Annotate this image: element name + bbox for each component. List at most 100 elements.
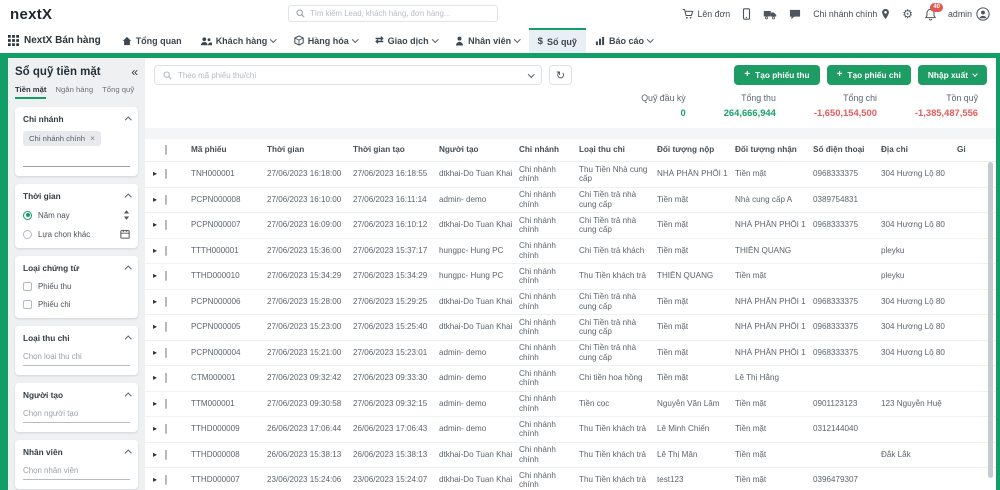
table-row[interactable]: ▸ PCPN000007 27/06/2023 16:09:00 27/06/2…: [145, 213, 996, 239]
tab-tien-mat[interactable]: Tiền mặt: [15, 85, 46, 99]
table-row[interactable]: ▸ TTTH000001 27/06/2023 15:36:00 27/06/2…: [145, 239, 996, 265]
table-row[interactable]: ▸ TTHD000010 27/06/2023 15:34:29 27/06/2…: [145, 264, 996, 290]
collapse-sidebar-icon[interactable]: «: [131, 66, 138, 78]
create-payment-button[interactable]: + Tạo phiếu chi: [827, 65, 911, 85]
creator-input[interactable]: [23, 409, 130, 423]
mobile-icon[interactable]: [742, 8, 751, 20]
expand-row-icon[interactable]: ▸: [153, 348, 157, 357]
sort-icon[interactable]: [123, 210, 130, 220]
row-checkbox[interactable]: [165, 246, 167, 256]
table-row[interactable]: ▸ TNH000001 27/06/2023 16:18:00 27/06/20…: [145, 162, 996, 188]
chevron-up-icon[interactable]: [125, 194, 131, 200]
row-checkbox[interactable]: [165, 373, 167, 383]
nav-giao-dich[interactable]: ⇄ Giao dịch: [366, 28, 446, 53]
staff-input[interactable]: [23, 466, 130, 480]
chevron-up-icon[interactable]: [125, 117, 131, 123]
radio-unselected[interactable]: [23, 230, 32, 239]
table-row[interactable]: ▸ TTHD000007 23/06/2023 15:24:06 23/06/2…: [145, 468, 996, 490]
table-row[interactable]: ▸ PCPN000006 27/06/2023 15:28:00 27/06/2…: [145, 290, 996, 316]
cell-code: TTHD000008: [191, 450, 267, 460]
table-row[interactable]: ▸ TTHD000008 26/06/2023 15:38:13 26/06/2…: [145, 443, 996, 469]
expand-row-icon[interactable]: ▸: [153, 424, 157, 433]
table-row[interactable]: ▸ PCPN000004 27/06/2023 15:21:00 27/06/2…: [145, 341, 996, 367]
row-checkbox[interactable]: [165, 424, 167, 434]
expand-row-icon[interactable]: ▸: [153, 373, 157, 382]
category-input[interactable]: [23, 352, 130, 366]
close-icon[interactable]: ×: [90, 134, 95, 143]
app-switcher[interactable]: NextX Bán hàng: [8, 28, 101, 53]
expand-row-icon[interactable]: ▸: [153, 322, 157, 331]
expand-row-icon[interactable]: ▸: [153, 271, 157, 280]
import-export-button[interactable]: Nhập xuất: [918, 65, 987, 85]
nav-bao-cao[interactable]: Báo cáo: [586, 28, 662, 53]
expand-row-icon[interactable]: ▸: [153, 195, 157, 204]
table-row[interactable]: ▸ CTM000001 27/06/2023 09:32:42 27/06/20…: [145, 366, 996, 392]
cell-branch: Chi nhánh chính: [519, 216, 579, 235]
truck-icon[interactable]: [763, 9, 777, 20]
row-checkbox[interactable]: [165, 322, 167, 332]
nav-so-quy[interactable]: $ Số quỹ: [529, 28, 586, 53]
row-checkbox[interactable]: [165, 297, 167, 307]
create-receipt-button[interactable]: + Tạo phiếu thu: [734, 65, 819, 85]
global-search-input[interactable]: [310, 9, 490, 18]
vertical-scrollbar[interactable]: [988, 162, 993, 478]
table-row[interactable]: ▸ PCPN000008 27/06/2023 16:10:00 27/06/2…: [145, 188, 996, 214]
cell-time: 27/06/2023 15:21:00: [267, 348, 353, 358]
table-row[interactable]: ▸ TTM000001 27/06/2023 09:30:58 27/06/20…: [145, 392, 996, 418]
time-option-this-year[interactable]: Năm nay: [23, 210, 130, 220]
expand-row-icon[interactable]: ▸: [153, 297, 157, 306]
radio-selected[interactable]: [23, 211, 32, 220]
settings-gear-icon[interactable]: ⚙: [902, 8, 913, 20]
branch-chip[interactable]: Chi nhánh chính ×: [23, 131, 101, 146]
row-checkbox[interactable]: [165, 271, 167, 281]
create-order-button[interactable]: Lên đơn: [682, 8, 731, 20]
branch-input[interactable]: [23, 154, 130, 167]
row-checkbox[interactable]: [165, 348, 167, 358]
cell-payer: Tiền mặt: [657, 246, 735, 256]
cell-phone: 0312144040: [813, 424, 881, 434]
refresh-button[interactable]: ↻: [549, 65, 572, 85]
chevron-down-icon: [432, 36, 438, 42]
doc-type-payment[interactable]: Phiếu chi: [23, 300, 130, 309]
row-checkbox[interactable]: [165, 450, 167, 460]
checkbox[interactable]: [23, 300, 32, 309]
expand-row-icon[interactable]: ▸: [153, 399, 157, 408]
calendar-icon[interactable]: [120, 229, 130, 239]
nav-khach-hang[interactable]: Khách hàng: [191, 28, 285, 53]
notifications-bell-icon[interactable]: 40: [925, 8, 936, 21]
create-order-label: Lên đơn: [698, 9, 731, 19]
chevron-up-icon[interactable]: [125, 393, 131, 399]
row-checkbox[interactable]: [165, 220, 167, 230]
table-row[interactable]: ▸ TTHD000009 26/06/2023 17:06:44 26/06/2…: [145, 417, 996, 443]
row-checkbox[interactable]: [165, 169, 167, 179]
select-all-checkbox[interactable]: [165, 145, 167, 155]
expand-row-icon[interactable]: ▸: [153, 169, 157, 178]
expand-row-icon[interactable]: ▸: [153, 246, 157, 255]
user-menu[interactable]: admin: [948, 7, 990, 21]
checkbox[interactable]: [23, 282, 32, 291]
chevron-up-icon[interactable]: [125, 336, 131, 342]
row-checkbox[interactable]: [165, 399, 167, 409]
voucher-search-select[interactable]: [154, 65, 542, 85]
row-checkbox[interactable]: [165, 475, 167, 485]
chevron-up-icon[interactable]: [125, 266, 131, 272]
expand-row-icon[interactable]: ▸: [153, 220, 157, 229]
chat-icon[interactable]: [789, 9, 801, 20]
cell-address: 304 Hương Lộ 80: [881, 220, 957, 230]
branch-selector[interactable]: Chi nhánh chính: [813, 8, 890, 20]
nav-tong-quan[interactable]: Tổng quan: [113, 28, 191, 53]
row-checkbox[interactable]: [165, 195, 167, 205]
expand-row-icon[interactable]: ▸: [153, 450, 157, 459]
expand-row-icon[interactable]: ▸: [153, 475, 157, 484]
voucher-search-input[interactable]: [178, 71, 523, 80]
nav-hang-hoa[interactable]: Hàng hóa: [285, 28, 367, 53]
nav-nhan-vien[interactable]: Nhân viên: [446, 28, 529, 53]
table-row[interactable]: ▸ PCPN000005 27/06/2023 15:23:00 27/06/2…: [145, 315, 996, 341]
doc-type-receipt[interactable]: Phiếu thu: [23, 282, 130, 291]
time-option-custom[interactable]: Lựa chọn khác: [23, 229, 130, 239]
tab-tong-quy[interactable]: Tổng quỹ: [102, 85, 134, 99]
chevron-up-icon[interactable]: [125, 450, 131, 456]
global-search[interactable]: [288, 5, 498, 22]
tab-ngan-hang[interactable]: Ngân hàng: [55, 85, 93, 99]
stat-total-income: Tổng thu 264,666,944: [724, 93, 776, 118]
